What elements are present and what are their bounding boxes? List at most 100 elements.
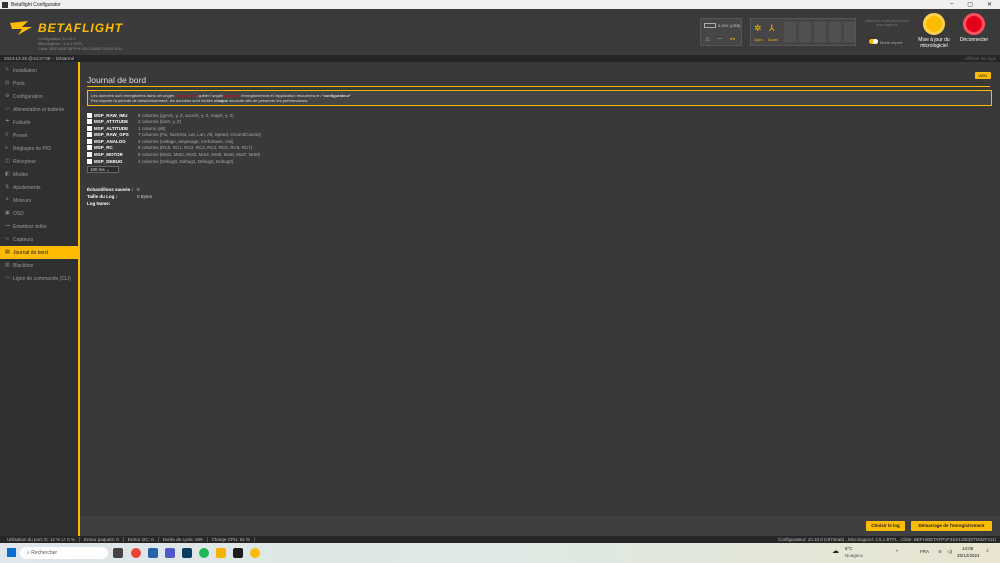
- signal-icon: ⌔: [717, 38, 723, 44]
- log-option-checkbox[interactable]: [87, 145, 92, 151]
- interval-value: 100 ms: [90, 167, 105, 173]
- taskbar-search[interactable]: ⌕ Rechercher: [20, 547, 108, 559]
- log-option-checkbox[interactable]: [87, 132, 92, 138]
- sidebar-item-blackbox[interactable]: ▥ Blackbox: [0, 259, 78, 272]
- spotify-icon[interactable]: [199, 548, 209, 558]
- target-info: Cible: BEFH/BETAFPVF4SX1280(STM32F411): [38, 46, 123, 51]
- sidebar-item-terminal[interactable]: ▭ Ligne de commande (CLI): [0, 272, 78, 285]
- clock-date[interactable]: 25/12/2024: [957, 553, 980, 558]
- sidebar-item-parachute[interactable]: ☂ Failsafe: [0, 116, 78, 129]
- note-emphasis: chaque: [213, 98, 228, 103]
- choose-log-button[interactable]: Choisir le log: [866, 521, 905, 531]
- sidebar-item-plug[interactable]: ⊟ Ports: [0, 77, 78, 90]
- sidebar-item-sensor[interactable]: ∿ Capteurs: [0, 233, 78, 246]
- sidebar-item-osd[interactable]: ▣ OSD: [0, 207, 78, 220]
- clock-time[interactable]: 14:08: [962, 546, 973, 551]
- osd-icon: ▣: [5, 210, 10, 216]
- sidebar-item-sliders[interactable]: ≡ Réglages de PID: [0, 142, 78, 155]
- gyro-label: Gyro: [754, 37, 763, 42]
- minimize-button[interactable]: –: [950, 1, 953, 8]
- sidebar-item-video[interactable]: ⊶ Émetteur vidéo: [0, 220, 78, 233]
- gear-icon: ⚙: [5, 93, 10, 99]
- terminal-app-icon[interactable]: [233, 548, 243, 558]
- log-option-name: MSP_RC: [94, 145, 113, 151]
- start-button[interactable]: [7, 548, 16, 557]
- sidebar-item-label: Moteurs: [13, 197, 32, 204]
- gyro-icon: ✲: [754, 23, 762, 33]
- title-underline: [87, 86, 990, 87]
- sidebar-item-label: Modes: [13, 171, 29, 178]
- store-icon[interactable]: [148, 548, 158, 558]
- teams-icon[interactable]: [165, 548, 175, 558]
- sidebar-item-gear[interactable]: ⚙ Configuration: [0, 90, 78, 103]
- window-titlebar: Betaflight Configurator – ▢ ✕: [0, 0, 1000, 9]
- expert-mode-hint: Activez le mode expert pour plus d'optio…: [865, 19, 909, 27]
- show-logs-link[interactable]: Afficher les logs: [964, 56, 996, 61]
- task-view-icon[interactable]: [113, 548, 123, 558]
- sidebar-item-battery[interactable]: ▭ Alimentation et batterie: [0, 103, 78, 116]
- interval-select[interactable]: 100 ms ⌄: [87, 166, 119, 174]
- wrench-icon: ✎: [5, 67, 10, 73]
- logging-tab: Journal de bord WIKI Les données sont en…: [80, 62, 1000, 516]
- size-value: 0 Bytes: [137, 194, 153, 199]
- expert-mode-toggle[interactable]: [869, 39, 878, 44]
- firmware-update-label: Mise à jour du micrologiciel: [918, 37, 950, 49]
- disconnect-button[interactable]: Déconnecter: [954, 13, 994, 53]
- windows-taskbar: ⌕ Rechercher ☁ 8°C Nuageux ^ FRA ≋ ◁) 14…: [0, 543, 1000, 563]
- wiki-button[interactable]: WIKI: [975, 72, 991, 79]
- log-option-checkbox[interactable]: [87, 152, 92, 158]
- parachute-icon: ☂: [5, 119, 10, 125]
- volume-icon[interactable]: ◁): [947, 549, 952, 555]
- cpu-load: Charge CPU: 54 %: [208, 537, 255, 542]
- sidebar-item-label: Ligne de commande (CLI): [13, 275, 71, 282]
- notification-bell-icon[interactable]: ♪: [986, 548, 989, 554]
- sidebar-item-receiver[interactable]: ◫ Récepteur: [0, 155, 78, 168]
- sidebar-item-motor[interactable]: ⚘ Moteurs: [0, 194, 78, 207]
- log-option-desc: 4 columns (voltage, amperage, mAhdrawn, …: [138, 138, 234, 144]
- log-info: Échantillons sauvés :0 Taille du Log : 0 …: [87, 186, 152, 207]
- note-text: seconde afin de préserver les performanc…: [227, 98, 309, 103]
- start-recording-button[interactable]: Démarrage de l'enregistrement: [911, 521, 992, 531]
- log-option-desc: 3 columns (kinX, y, Z): [138, 119, 182, 125]
- log-option-desc: 7 columns (Fix, NumSat, Lat, Lon, Alt, S…: [138, 132, 262, 138]
- sidebar-item-wrench[interactable]: ✎ Installation: [0, 64, 78, 77]
- chrome-icon[interactable]: [131, 548, 141, 558]
- optical-flow-icon: [844, 22, 855, 42]
- app-icon[interactable]: [182, 548, 192, 558]
- log-option-checkbox[interactable]: [87, 158, 92, 164]
- betaflight-taskbar-icon[interactable]: [250, 548, 260, 558]
- betaflight-logo: BETAFLIGHT Configurator: 10.10.0 Microlo…: [8, 13, 158, 53]
- sidebar-item-preset[interactable]: ⚲ Preset: [0, 129, 78, 142]
- sidebar-item-label: OSD: [13, 210, 24, 217]
- i2c-errors: Erreur I2C: 0: [124, 537, 159, 542]
- firmware-update-button[interactable]: Mise à jour du micrologiciel: [914, 13, 954, 53]
- log-option-checkbox[interactable]: [87, 112, 92, 118]
- log-option-row: MSP_ATTITUDE 3 columns (kinX, y, Z): [87, 119, 261, 125]
- sidebar-item-label: Preset: [13, 132, 28, 139]
- usb-plug-icon: [963, 13, 985, 35]
- battery-icon: ▭: [5, 106, 10, 112]
- close-button[interactable]: ✕: [987, 1, 992, 8]
- sidebar-item-switch[interactable]: ◧ Modes: [0, 168, 78, 181]
- tray-chevron-icon[interactable]: ^: [896, 549, 898, 554]
- log-option-name: MSP_DEBUG: [94, 158, 123, 164]
- sidebar-item-log[interactable]: ▤ Journal de bord: [0, 246, 78, 259]
- info-note: Les données sont enregistrées dans cet o…: [87, 90, 992, 106]
- brand-name: BETAFLIGHT: [38, 21, 124, 35]
- log-option-checkbox[interactable]: [87, 138, 92, 144]
- sidebar-item-label: Failsafe: [13, 119, 31, 126]
- preset-icon: ⚲: [5, 132, 9, 138]
- wifi-icon[interactable]: ≋: [938, 549, 942, 555]
- sidebar-item-adjust[interactable]: ⇅ Ajustements: [0, 181, 78, 194]
- file-explorer-icon[interactable]: [216, 548, 226, 558]
- sidebar-item-label: Journal de bord: [13, 249, 48, 256]
- log-option-checkbox[interactable]: [87, 119, 92, 125]
- blackbox-icon: ▥: [5, 262, 10, 268]
- sidebar-item-label: Blackbox: [13, 262, 34, 269]
- motor-icon: ⚘: [5, 197, 10, 203]
- gps-icon: [814, 22, 826, 42]
- language-indicator[interactable]: FRA: [920, 549, 929, 554]
- log-option-checkbox[interactable]: [87, 125, 92, 131]
- sonar-icon: [829, 22, 841, 42]
- maximize-button[interactable]: ▢: [967, 1, 973, 8]
